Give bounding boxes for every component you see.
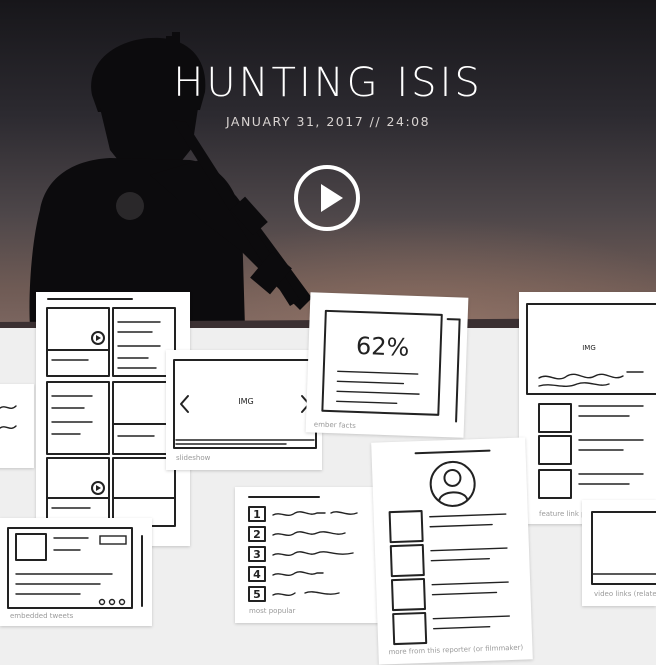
slideshow-img-label: IMG [238,397,253,406]
feature-img-label: IMG [582,344,596,352]
popular-rank-5: 5 [253,588,261,601]
feature-sketch: IMG [519,292,656,524]
card-slideshow[interactable]: IMG slideshow [166,350,322,470]
card-more-from-reporter[interactable]: more from this reporter (or filmmaker) [371,437,533,664]
card-most-popular[interactable]: 1 2 3 4 5 most popular [235,487,390,623]
play-button[interactable] [294,165,360,231]
popular-rank-1: 1 [253,508,261,521]
caption-feature-link: feature link p [539,510,586,518]
slideshow-img-text: IMG [166,350,322,470]
video-title: HUNTING ISIS [0,60,656,106]
card-feature-link[interactable]: IMG feature link p [519,292,656,524]
most-popular-sketch: 1 2 3 4 5 [235,487,390,623]
card-left-partial[interactable] [0,384,34,468]
member-facts-stat: 62% [355,332,409,362]
tweets-sketch [0,518,152,626]
card-member-facts[interactable]: 62% ember facts [306,292,469,437]
user-avatar-icon [430,461,476,507]
caption-embedded-tweets: embedded tweets [10,612,73,620]
card-left-sketch [0,384,34,468]
caption-video-links: video links (related, o [594,590,656,598]
popular-rank-3: 3 [253,548,261,561]
video-hero: HUNTING ISIS JANUARY 31, 2017 // 24:08 [0,0,656,328]
caption-member-facts: ember facts [314,420,356,429]
member-facts-sketch: 62% [306,292,469,437]
soldier-silhouette [0,0,656,328]
popular-rank-2: 2 [253,528,261,541]
video-date-duration: JANUARY 31, 2017 // 24:08 [0,114,656,129]
caption-slideshow: slideshow [176,454,210,462]
card-video-links[interactable]: video links (related, o [582,500,656,606]
card-embedded-tweets[interactable]: embedded tweets [0,518,152,626]
caption-most-popular: most popular [249,607,295,615]
popular-rank-4: 4 [253,568,261,581]
reporter-sketch [371,437,533,664]
play-icon [321,184,343,212]
